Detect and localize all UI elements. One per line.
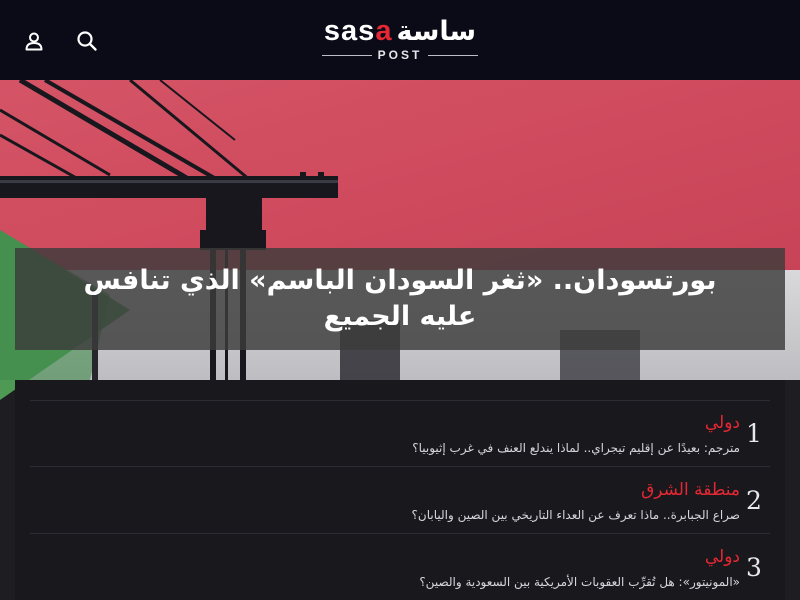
item-number: 3 [746,553,762,582]
item-headline[interactable]: صراع الجبابرة.. ماذا تعرف عن العداء التا… [412,508,740,522]
item-category[interactable]: منطقة الشرق [641,480,740,500]
item-headline[interactable]: مترجم: بعيدًا عن إقليم تيجراي.. لماذا ين… [412,441,740,455]
item-number: 2 [746,486,762,515]
hero-title[interactable]: بورتسودان.. «ثغر السودان الباسم» الذي تن… [65,263,735,335]
site-header: sasa ساسة POST [0,0,800,80]
item-number: 1 [746,419,762,448]
most-read-panel: 1 دولي مترجم: بعيدًا عن إقليم تيجراي.. ل… [15,380,785,600]
list-item[interactable]: 3 دولي «المونيتور»: هل تُقرِّب العقوبات … [30,535,770,600]
list-item[interactable]: 2 منطقة الشرق صراع الجبابرة.. ماذا تعرف … [30,468,770,534]
hero-article[interactable]: بورتسودان.. «ثغر السودان الباسم» الذي تن… [0,80,800,600]
item-category[interactable]: دولي [705,413,740,433]
search-icon[interactable] [72,26,102,56]
logo-divider [428,54,479,56]
list-item[interactable]: 1 دولي مترجم: بعيدًا عن إقليم تيجراي.. ل… [30,401,770,467]
item-headline[interactable]: «المونيتور»: هل تُقرِّب العقوبات الأمريك… [419,575,740,589]
item-category[interactable]: دولي [705,547,740,567]
user-icon[interactable] [19,26,49,56]
logo-divider [322,54,372,56]
logo-sub-text: POST [377,48,423,62]
hero-title-box[interactable]: بورتسودان.. «ثغر السودان الباسم» الذي تن… [15,248,785,350]
logo-arabic: ساسة [396,16,477,47]
logo-latin: sasa [323,15,393,47]
site-logo[interactable]: sasa ساسة POST [322,14,479,66]
